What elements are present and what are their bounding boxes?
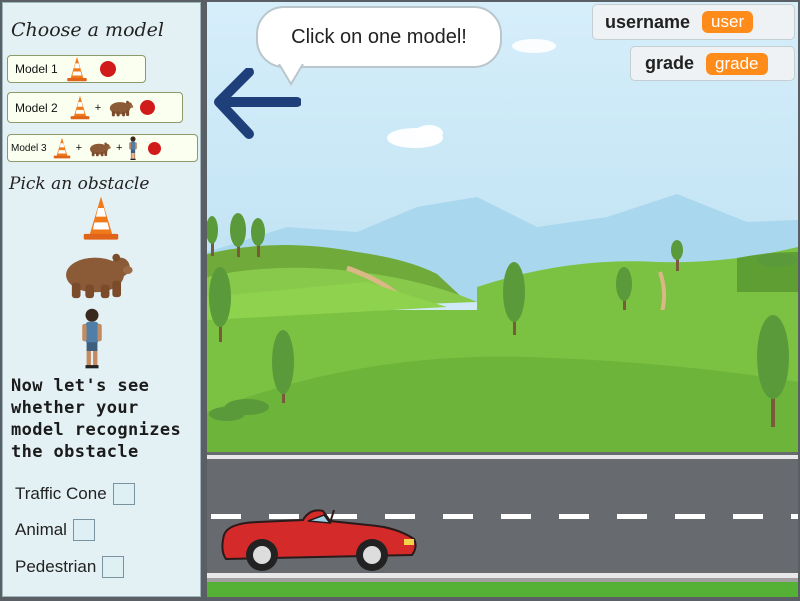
choose-model-title: Choose a model	[11, 19, 164, 41]
model-2-button[interactable]: Model 2 +	[7, 92, 183, 123]
model-2-label: Model 2	[15, 100, 58, 115]
username-value: user	[702, 11, 754, 33]
pedestrian-label: Pedestrian	[15, 557, 97, 576]
pedestrian-obstacle[interactable]	[79, 303, 105, 373]
plus-sign: +	[116, 142, 123, 154]
speech-bubble: Click on one model!	[256, 6, 502, 68]
animal-label: Animal	[15, 520, 67, 539]
traffic-cone-obstacle[interactable]	[83, 195, 119, 241]
bear-icon	[109, 100, 134, 117]
record-dot-icon	[148, 141, 162, 155]
recognition-prompt: Now let's see whether your model recogni…	[11, 376, 182, 462]
traffic-cone-icon	[70, 95, 90, 120]
app-window: Choose a model Model 1 Model 2 + Model 3…	[0, 0, 800, 601]
traffic-cone-label: Traffic Cone	[15, 484, 107, 503]
red-car-icon	[221, 509, 417, 571]
model-1-label: Model 1	[15, 62, 58, 76]
username-label: username	[605, 11, 691, 32]
traffic-cone-icon	[66, 56, 87, 82]
checkbox-row-pedestrian: Pedestrian	[15, 556, 125, 578]
bear-obstacle[interactable]	[56, 246, 134, 300]
traffic-cone-icon	[53, 137, 70, 159]
model-3-label: Model 3	[11, 142, 47, 154]
traffic-cone-checkbox[interactable]	[112, 483, 135, 505]
arrow-left-icon	[214, 68, 301, 139]
checkbox-row-animal: Animal	[15, 519, 95, 541]
checkbox-row-traffic-cone: Traffic Cone	[15, 483, 135, 505]
record-dot-icon	[140, 100, 156, 115]
sidebar: Choose a model Model 1 Model 2 + Model 3…	[2, 2, 201, 597]
model-3-button[interactable]: Model 3 + +	[7, 134, 198, 162]
username-monitor: username user	[592, 4, 795, 40]
animal-checkbox[interactable]	[72, 519, 95, 541]
pedestrian-icon	[129, 136, 138, 160]
record-dot-icon	[99, 61, 116, 77]
bear-icon	[90, 142, 111, 156]
pick-obstacle-title: Pick an obstacle	[9, 174, 150, 194]
grade-monitor: grade grade	[630, 46, 795, 81]
grade-value: grade	[706, 52, 768, 75]
grade-label: grade	[645, 53, 695, 73]
pedestrian-checkbox[interactable]	[102, 556, 125, 578]
model-1-button[interactable]: Model 1	[7, 55, 146, 83]
plus-sign: +	[75, 142, 83, 154]
plus-sign: +	[94, 101, 102, 114]
